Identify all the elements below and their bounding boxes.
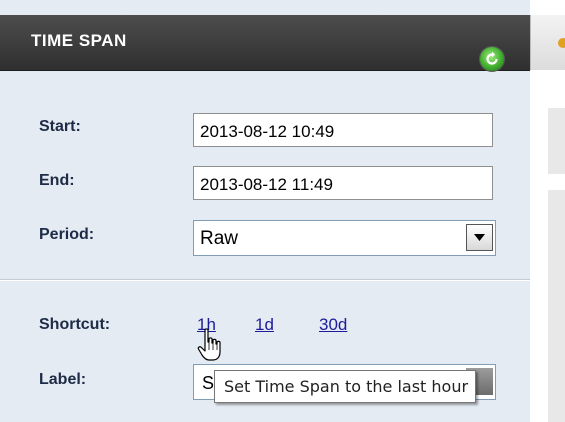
- chevron-down-icon[interactable]: [466, 224, 493, 251]
- adjacent-panel-icon: [558, 38, 565, 48]
- adjacent-panel-edge: [530, 0, 565, 422]
- start-input[interactable]: 2013-08-12 10:49: [193, 113, 493, 147]
- end-label: End:: [39, 172, 75, 189]
- shortcut-tooltip: Set Time Span to the last hour: [214, 370, 477, 403]
- time-span-panel: TIME SPAN Start: 2013-08-12 10:49 End: 2…: [0, 0, 530, 422]
- refresh-icon[interactable]: [480, 47, 504, 71]
- start-label: Start:: [39, 118, 81, 135]
- adjacent-panel-block: [548, 190, 565, 422]
- period-select-value: Raw: [200, 228, 239, 249]
- period-select[interactable]: Raw: [193, 220, 496, 256]
- label-select-value: S: [202, 373, 215, 393]
- adjacent-panel-block: [548, 108, 565, 174]
- refresh-arrow-icon: [486, 51, 498, 65]
- shortcut-label: Shortcut:: [39, 316, 111, 333]
- period-label: Period:: [39, 226, 95, 243]
- panel-header: TIME SPAN: [0, 15, 530, 71]
- section-divider-highlight: [0, 280, 530, 281]
- end-input[interactable]: 2013-08-12 11:49: [193, 166, 493, 200]
- label-label: Label:: [39, 371, 87, 388]
- panel-title: TIME SPAN: [31, 31, 127, 50]
- shortcut-1d-link[interactable]: 1d: [255, 315, 274, 335]
- shortcut-30d-link[interactable]: 30d: [319, 315, 347, 335]
- hand-cursor-icon: [197, 328, 221, 361]
